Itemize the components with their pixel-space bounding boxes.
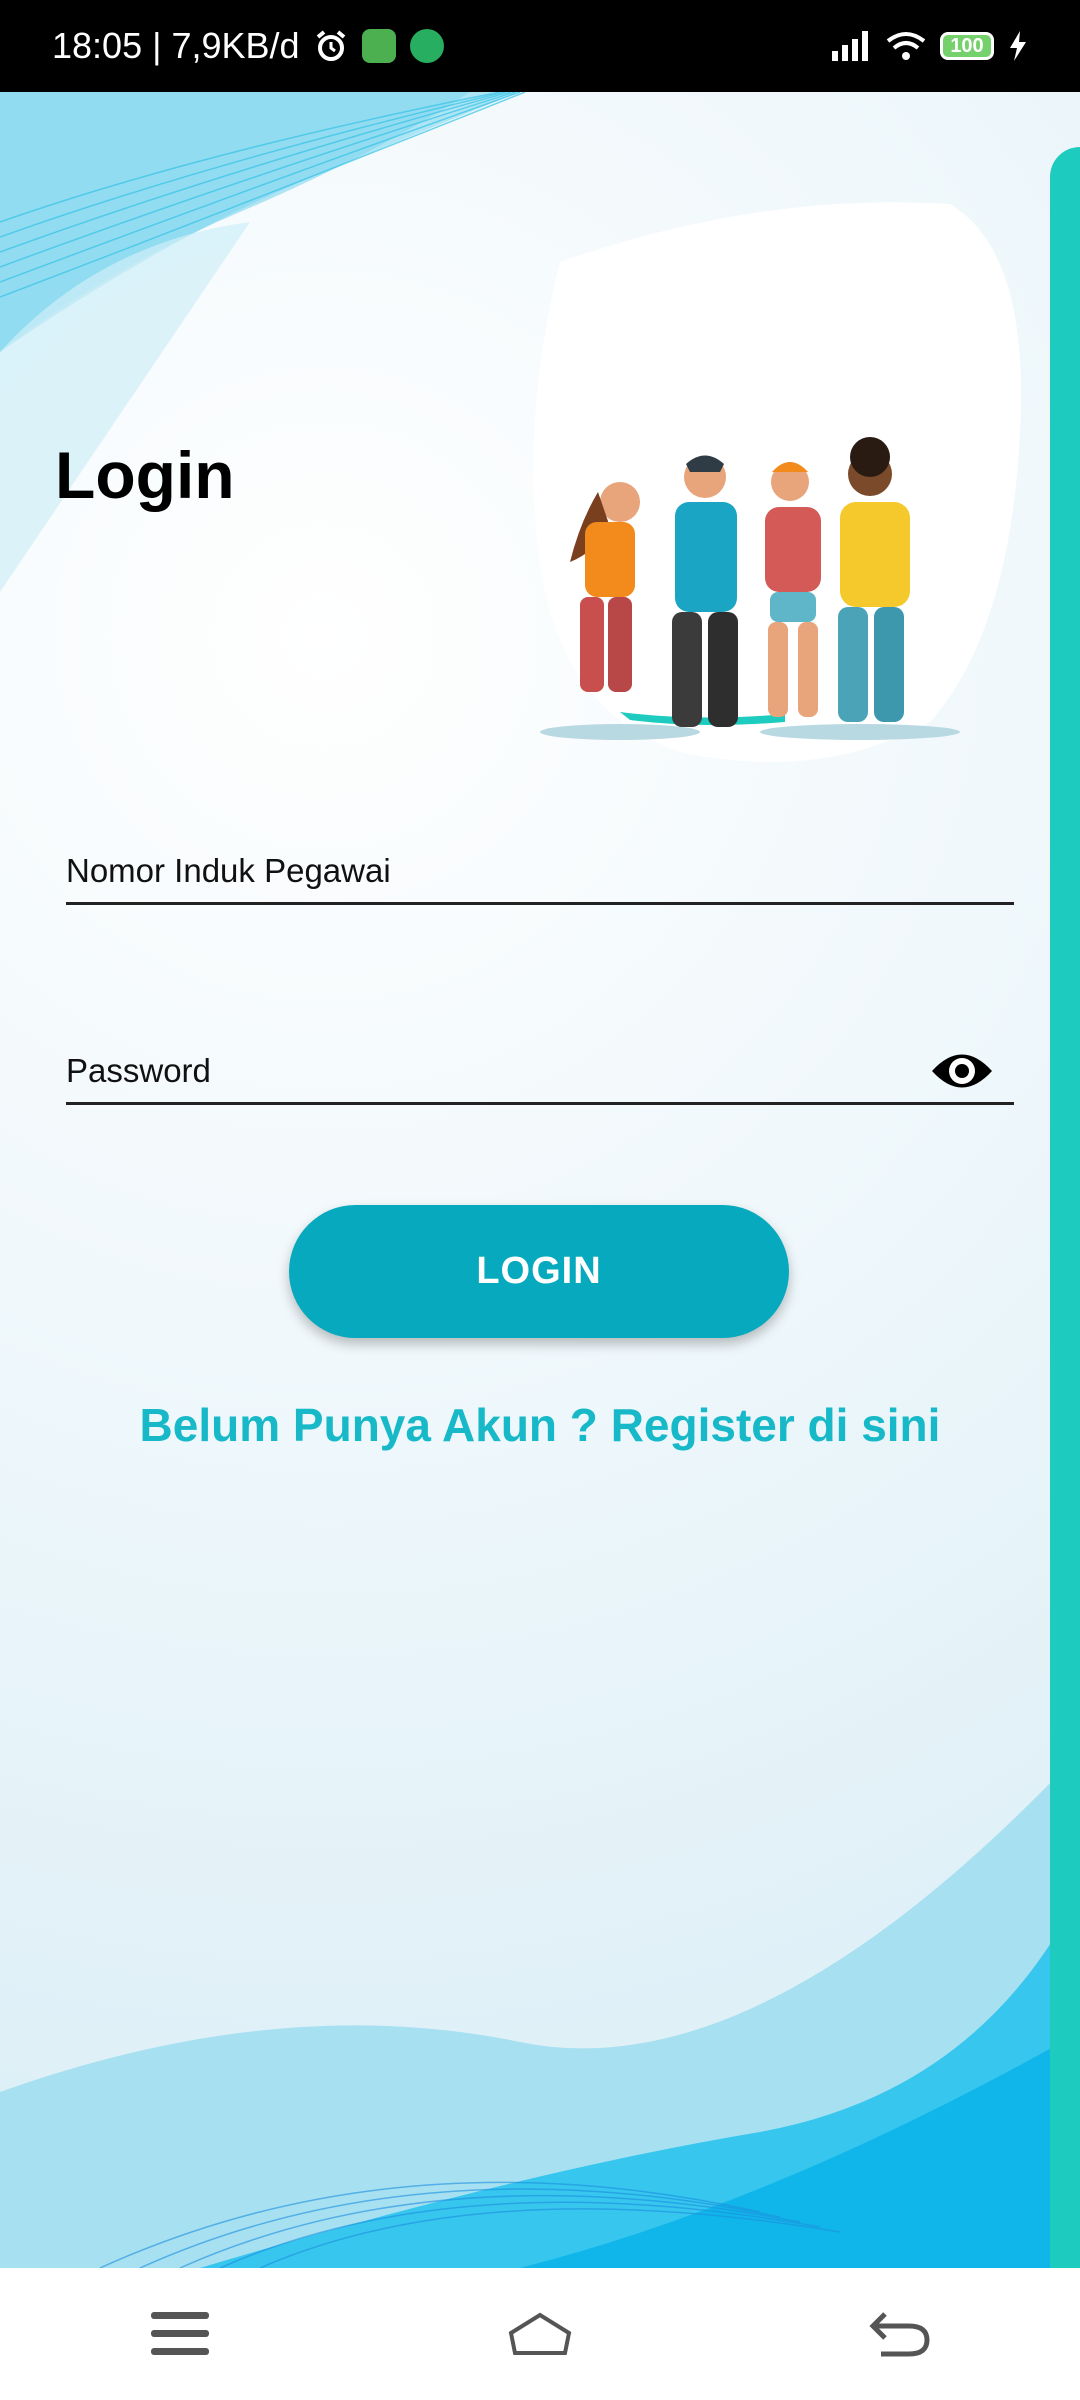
home-icon <box>508 2312 572 2355</box>
right-edge-accent <box>1050 147 1080 2268</box>
green-app-icon <box>409 29 444 63</box>
alarm-icon <box>316 30 345 61</box>
password-field <box>66 1052 1014 1105</box>
login-screen: Login Nomor Induk Pegawai LOGIN Belum Pu… <box>0 92 1080 2268</box>
back-icon <box>869 2312 930 2357</box>
password-input[interactable] <box>66 1052 926 1102</box>
nip-field <box>66 852 1014 905</box>
battery-icon: 100 <box>940 32 994 60</box>
wifi-icon <box>886 32 926 60</box>
status-time: 18:05 | 7,9KB/d <box>52 25 300 66</box>
login-button[interactable]: LOGIN <box>289 1205 789 1338</box>
people-illustration <box>540 437 960 740</box>
status-bar: 18:05 | 7,9KB/d 100 <box>0 0 1080 92</box>
battery-level: 100 <box>950 34 984 57</box>
page-title: Login <box>55 438 235 512</box>
charging-icon <box>1010 31 1026 61</box>
menu-button[interactable] <box>125 2294 235 2374</box>
android-app-icon <box>361 29 396 63</box>
show-password-icon[interactable] <box>930 1046 994 1096</box>
back-button[interactable] <box>845 2294 955 2374</box>
menu-icon <box>151 2312 209 2355</box>
signal-icon <box>832 31 868 61</box>
register-link[interactable]: Belum Punya Akun ? Register di sini <box>0 1398 1080 1452</box>
home-button[interactable] <box>485 2294 595 2374</box>
navigation-bar <box>0 2268 1080 2400</box>
nip-input[interactable] <box>66 852 926 902</box>
